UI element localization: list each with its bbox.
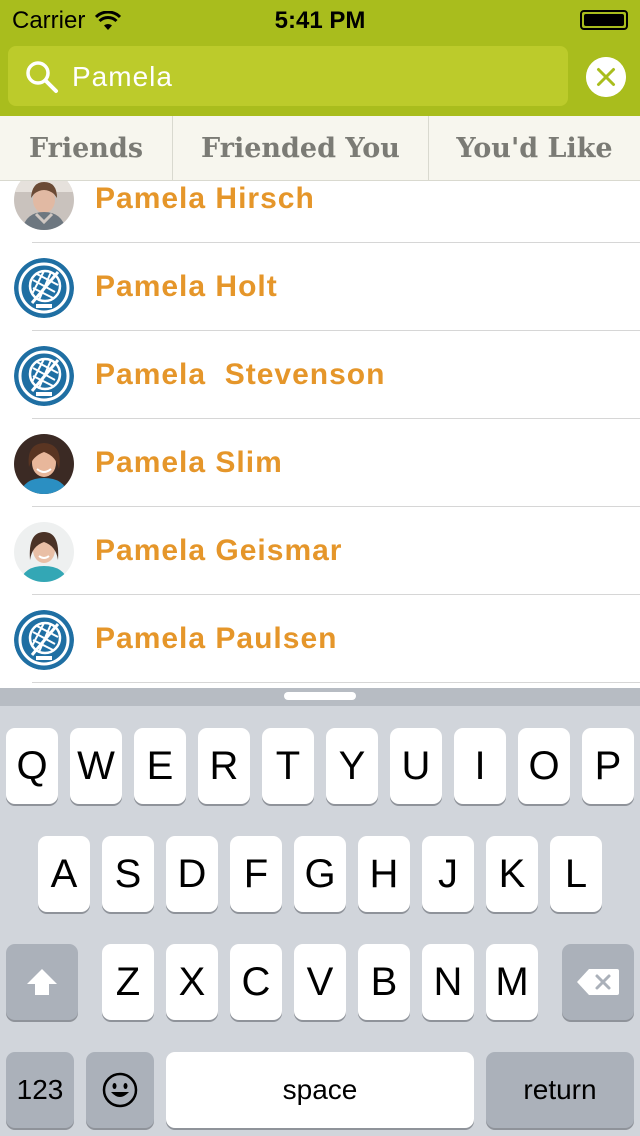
header-bar: Carrier 5:41 PM Pamela (0, 0, 640, 116)
emoji-icon (102, 1072, 138, 1108)
key-j[interactable]: J (422, 836, 474, 912)
key-i[interactable]: I (454, 728, 506, 804)
person-name: Pamela Geismar (95, 534, 343, 567)
avatar (14, 181, 74, 230)
shift-icon (27, 969, 57, 995)
globe-avatar-icon (14, 346, 74, 406)
key-t[interactable]: T (262, 728, 314, 804)
globe-avatar-icon (14, 610, 74, 670)
key-u[interactable]: U (390, 728, 442, 804)
status-time: 5:41 PM (274, 7, 366, 34)
key-m[interactable]: M (486, 944, 538, 1020)
tab-friends[interactable]: Friends (0, 116, 173, 180)
key-a[interactable]: A (38, 836, 90, 912)
tab-friended-you[interactable]: Friended You (173, 116, 429, 180)
person-name: Pamela Paulsen (95, 622, 338, 655)
list-item[interactable]: Pamela Paulsen (0, 595, 640, 683)
key-b[interactable]: B (358, 944, 410, 1020)
list-item[interactable]: Pamela Stevenson (0, 331, 640, 419)
clear-search-button[interactable] (586, 57, 626, 97)
key-v[interactable]: V (294, 944, 346, 1020)
row-divider (32, 682, 640, 683)
return-key[interactable]: return (486, 1052, 634, 1128)
emoji-key[interactable] (86, 1052, 154, 1128)
search-icon (26, 61, 58, 93)
person-name: Pamela Slim (95, 446, 283, 479)
shift-key[interactable] (6, 944, 78, 1020)
avatar (14, 522, 74, 582)
person-name: Pamela Holt (95, 270, 278, 303)
key-h[interactable]: H (358, 836, 410, 912)
battery-icon (580, 10, 628, 30)
globe-avatar-icon (14, 258, 74, 318)
delete-key[interactable] (562, 944, 634, 1020)
key-x[interactable]: X (166, 944, 218, 1020)
avatar (14, 434, 74, 494)
key-o[interactable]: O (518, 728, 570, 804)
backspace-icon (577, 969, 619, 995)
results-list: Pamela Hirsch Pamela Holt Pamela Stevens… (0, 181, 640, 688)
key-n[interactable]: N (422, 944, 474, 1020)
search-input[interactable]: Pamela (8, 46, 568, 106)
key-c[interactable]: C (230, 944, 282, 1020)
key-y[interactable]: Y (326, 728, 378, 804)
key-p[interactable]: P (582, 728, 634, 804)
key-e[interactable]: E (134, 728, 186, 804)
person-name: Pamela Hirsch (95, 182, 315, 215)
search-query[interactable]: Pamela (72, 61, 173, 93)
key-r[interactable]: R (198, 728, 250, 804)
key-g[interactable]: G (294, 836, 346, 912)
person-name: Pamela Stevenson (95, 358, 386, 391)
key-z[interactable]: Z (102, 944, 154, 1020)
list-item[interactable]: Pamela Geismar (0, 507, 640, 595)
key-d[interactable]: D (166, 836, 218, 912)
key-f[interactable]: F (230, 836, 282, 912)
tab-youd-like[interactable]: You'd Like (429, 116, 640, 180)
key-s[interactable]: S (102, 836, 154, 912)
key-w[interactable]: W (70, 728, 122, 804)
key-k[interactable]: K (486, 836, 538, 912)
space-key[interactable]: space (166, 1052, 474, 1128)
status-bar: Carrier 5:41 PM (0, 0, 640, 40)
key-l[interactable]: L (550, 836, 602, 912)
key-q[interactable]: Q (6, 728, 58, 804)
list-item[interactable]: Pamela Holt (0, 243, 640, 331)
list-item[interactable]: Pamela Hirsch (0, 181, 640, 243)
list-item[interactable]: Pamela Slim (0, 419, 640, 507)
numbers-key[interactable]: 123 (6, 1052, 74, 1128)
segment-tabs: Friends Friended You You'd Like (0, 116, 640, 181)
keyboard-grabber[interactable] (284, 692, 356, 700)
